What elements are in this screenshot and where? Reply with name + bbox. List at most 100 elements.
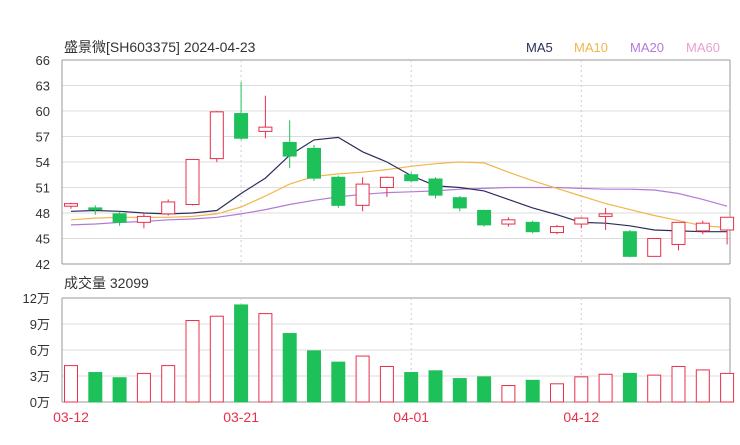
volume-label: 成交量 32099 [64,275,149,291]
volume-bar [525,379,540,403]
candle-body [622,231,637,257]
candle-body [379,176,394,189]
volume-bar [695,369,710,403]
price-tick-label: 60 [36,104,50,119]
candle-body [525,221,540,233]
volume-bar [404,372,419,403]
volume-bar [185,320,200,403]
candle [647,238,662,257]
candle-body [161,201,176,215]
candle [671,221,686,251]
volume-bar [720,372,735,403]
volume-bar [307,350,321,403]
candle-body [550,226,564,234]
legend: MA5 MA10 MA20 MA60 [526,40,720,55]
date-axis: 03-12 03-21 04-01 04-12 [53,409,599,425]
volume-tick-label: 12万 [23,291,50,306]
legend-ma10: MA10 [574,40,608,55]
volume-tick-label: 0万 [30,395,50,410]
candle-body [598,213,613,217]
volume-bar [161,365,176,403]
candle [452,196,467,212]
price-tick-label: 45 [36,232,50,247]
candle-body [88,207,103,211]
chart-title: 盛景微[SH603375] 2024-04-23 [64,39,256,55]
volume-tick-label: 6万 [30,343,50,358]
candle-body [355,183,370,206]
volume-bar [671,365,686,403]
candle [161,199,176,216]
price-tick-label: 42 [36,257,50,272]
volume-bar [550,383,564,403]
candle-body [258,126,273,132]
candle [622,230,637,258]
candle-body [671,221,686,245]
volume-bar [622,372,637,403]
candle-body [477,209,492,226]
candle [185,158,200,206]
candle-body [501,219,516,225]
moving-average-lines [70,136,728,233]
candle-body [209,111,224,160]
candle [574,217,589,229]
candle-body [234,113,249,139]
chart-svg: 盛景微[SH603375] 2024-04-23 MA5 MA10 MA20 MA60… [23,39,735,425]
volume-bar [88,372,103,403]
candle-body [185,158,200,205]
date-label: 03-12 [53,409,89,425]
price-tick-label: 57 [36,130,50,145]
volume-bar [234,304,249,403]
volume-tick-label: 3万 [30,369,50,384]
candle-body [574,217,589,225]
date-label: 03-21 [223,409,259,425]
candle-body [136,215,151,223]
volume-axis: 12万 9万 6万 3万 0万 [23,291,50,410]
candle-body [404,174,419,182]
candle-body [64,203,78,207]
volume-bar [452,378,467,403]
candle-body [720,216,735,231]
stock-chart: 盛景微[SH603375] 2024-04-23 MA5 MA10 MA20 MA60… [0,0,740,440]
volume-bar [331,361,346,403]
volume-tick-label: 9万 [30,317,50,332]
price-tick-label: 63 [36,79,50,94]
legend-ma20: MA20 [630,40,664,55]
candle [209,111,224,162]
volume-bar [258,313,273,403]
candle-body [282,141,297,157]
candle [355,177,370,212]
volume-bar [428,370,443,403]
ma10-line [70,161,728,229]
candle [428,177,443,199]
price-tick-label: 66 [36,53,50,68]
candle [550,224,564,235]
candle [64,202,78,209]
candle [136,213,151,229]
candle-body [112,213,127,223]
candle [258,95,273,139]
volume-bar [112,377,127,403]
volume-bar [64,365,78,403]
price-tick-label: 54 [36,155,50,170]
volume-bar [379,365,394,403]
volume-bar [355,355,370,403]
volume-bar [574,376,589,403]
volume-bar [647,374,662,403]
candle [379,176,394,197]
volume-bar [136,372,151,403]
volume-bars [64,304,735,403]
candle [112,212,127,226]
candle [307,145,321,181]
price-axis: 66 63 60 57 54 51 48 45 42 [36,53,50,272]
candle-body [647,238,662,257]
candle-body [307,147,321,179]
date-label: 04-01 [393,409,429,425]
candle-body [428,178,443,196]
legend-ma5: MA5 [526,40,553,55]
candle [501,217,516,227]
candle [282,120,297,168]
date-label: 04-12 [563,409,599,425]
candlesticks [64,82,735,258]
candle [525,220,540,234]
candle-body [452,197,467,209]
